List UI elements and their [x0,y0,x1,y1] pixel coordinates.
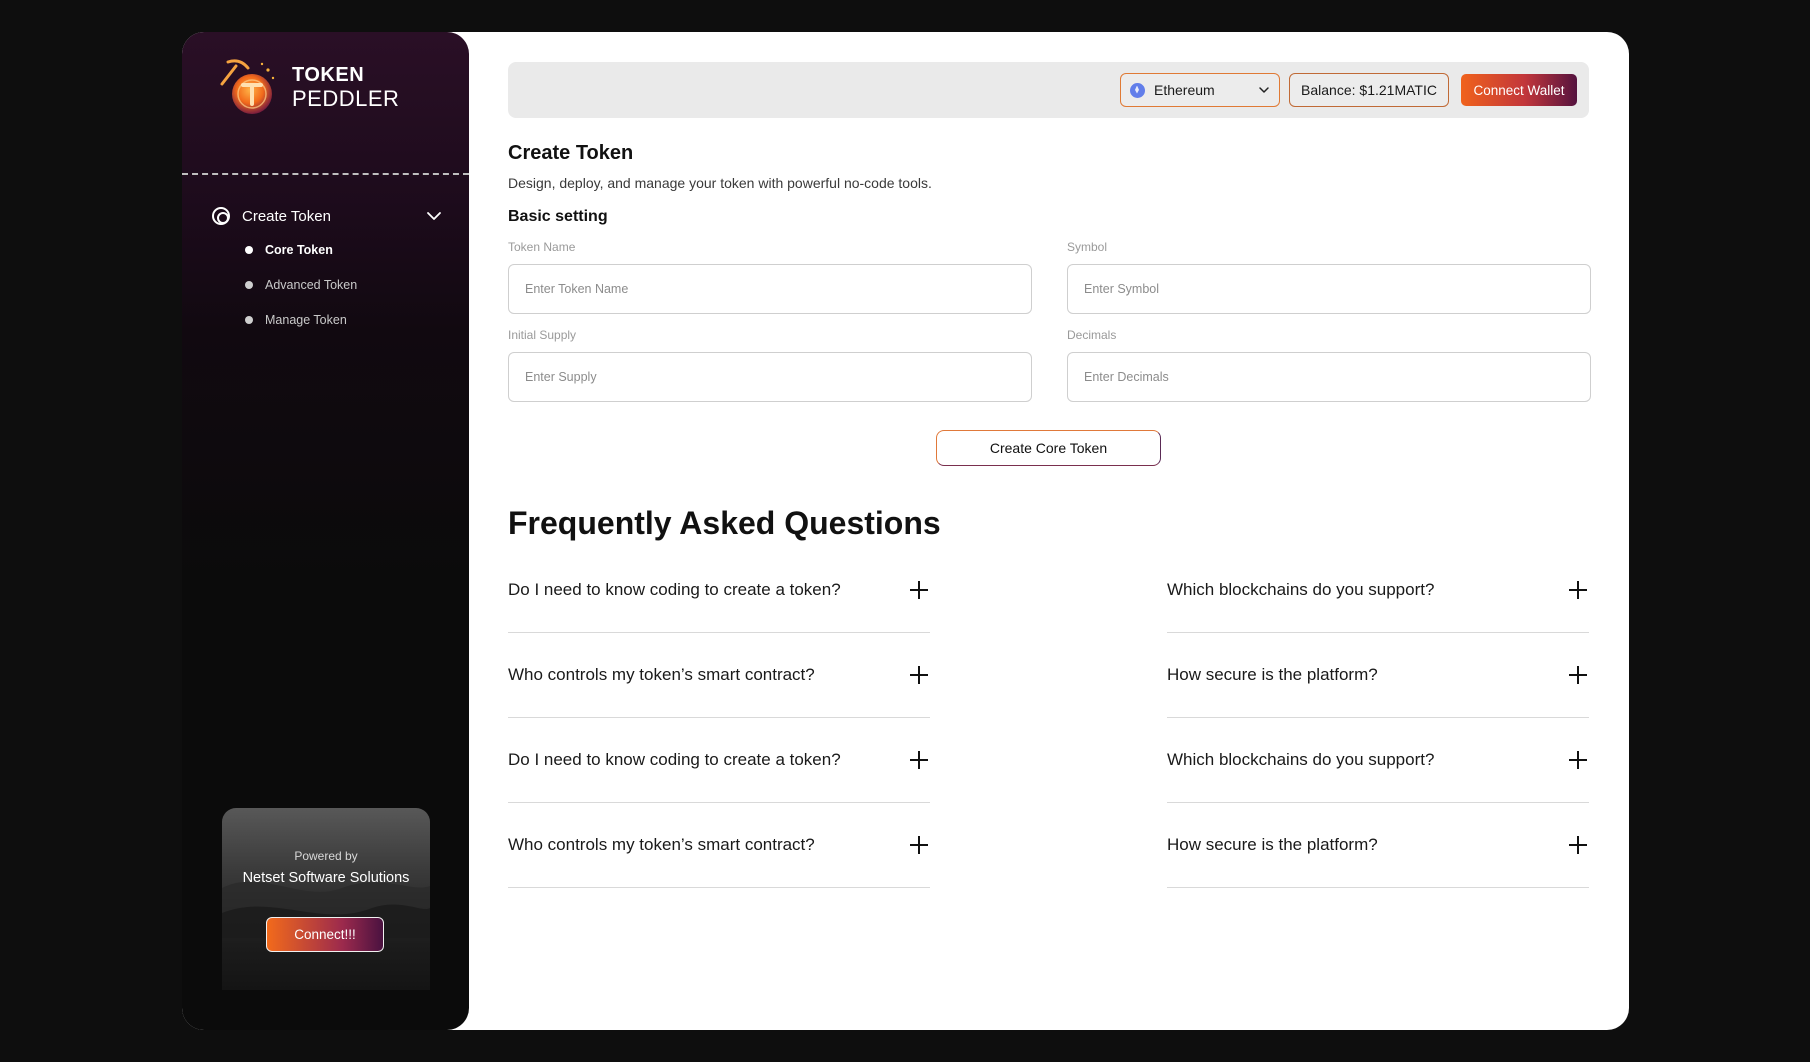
plus-icon [1569,666,1587,684]
connect-button[interactable]: Connect!!! [266,917,384,952]
sidebar-group-label: Create Token [242,207,331,225]
faq-question: Which blockchains do you support? [1167,580,1435,599]
balance-display: Balance: $1.21MATIC [1289,73,1449,107]
faq-question: Do I need to know coding to create a tok… [508,750,841,769]
plus-icon [1569,751,1587,769]
chain-select[interactable]: Ethereum [1120,73,1280,107]
plus-icon [910,836,928,854]
sidebar: TOKEN PEDDLER Create Token Core Token Ad… [182,32,469,1030]
chevron-down-icon [1259,87,1269,93]
token-name-label: Token Name [508,240,576,254]
sidebar-item-label: Core Token [265,243,333,257]
ethereum-icon [1130,82,1145,98]
company-name: Netset Software Solutions [242,870,410,886]
symbol-label: Symbol [1067,240,1108,254]
brand-logo[interactable]: TOKEN PEDDLER [218,56,399,118]
faq-item[interactable]: Who controls my token’s smart contract? [508,633,930,718]
faq-item[interactable]: How secure is the platform? [1167,803,1589,888]
page-title: Create Token [508,142,634,164]
faq-question: Who controls my token’s smart contract? [508,835,815,854]
decimals-input[interactable] [1067,352,1591,402]
token-peddler-logo-icon [218,56,280,118]
token-name-input[interactable] [508,264,1032,314]
faq-question: How secure is the platform? [1167,835,1378,854]
powered-by-label: Powered by [294,849,358,863]
initial-supply-label: Initial Supply [508,328,577,342]
chain-select-value: Ethereum [1154,82,1215,98]
page-subtitle: Design, deploy, and manage your token wi… [508,175,932,191]
sidebar-item-advanced-token[interactable]: Advanced Token [245,278,357,292]
brand-line-1: TOKEN [292,63,365,86]
connect-wallet-button[interactable]: Connect Wallet [1461,74,1577,106]
faq-question: Do I need to know coding to create a tok… [508,580,841,599]
section-title: Basic setting [508,208,608,225]
faq-question: How secure is the platform? [1167,665,1378,684]
chevron-down-icon[interactable] [426,208,442,224]
sidebar-item-label: Manage Token [265,313,347,327]
create-core-token-button[interactable]: Create Core Token [936,430,1161,466]
bullet-icon [245,281,253,289]
top-bar: Ethereum Balance: $1.21MATIC Connect Wal… [508,62,1589,118]
faq-item[interactable]: Do I need to know coding to create a tok… [508,718,930,803]
bullet-icon [245,246,253,254]
symbol-input[interactable] [1067,264,1591,314]
initial-supply-input[interactable] [508,352,1032,402]
faq-item[interactable]: Do I need to know coding to create a tok… [508,548,930,633]
sidebar-divider [182,173,469,175]
faq-title: Frequently Asked Questions [508,505,941,541]
plus-icon [910,581,928,599]
decimals-label: Decimals [1067,328,1117,342]
faq-question: Which blockchains do you support? [1167,750,1435,769]
brand-line-2: PEDDLER [292,85,400,111]
sidebar-group-create-token[interactable]: Create Token [212,202,442,230]
bullet-icon [245,316,253,324]
faq-item[interactable]: How secure is the platform? [1167,633,1589,718]
plus-icon [1569,581,1587,599]
plus-icon [1569,836,1587,854]
sidebar-item-manage-token[interactable]: Manage Token [245,313,347,327]
faq-item[interactable]: Who controls my token’s smart contract? [508,803,930,888]
faq-question: Who controls my token’s smart contract? [508,665,815,684]
brand-wordmark: TOKEN PEDDLER [292,65,399,110]
powered-by-card: Powered by Netset Software Solutions Con… [222,808,430,990]
plus-icon [910,751,928,769]
sidebar-item-core-token[interactable]: Core Token [245,243,333,257]
target-icon [212,207,230,225]
plus-icon [910,666,928,684]
sidebar-item-label: Advanced Token [265,278,358,292]
faq-item[interactable]: Which blockchains do you support? [1167,548,1589,633]
faq-item[interactable]: Which blockchains do you support? [1167,718,1589,803]
